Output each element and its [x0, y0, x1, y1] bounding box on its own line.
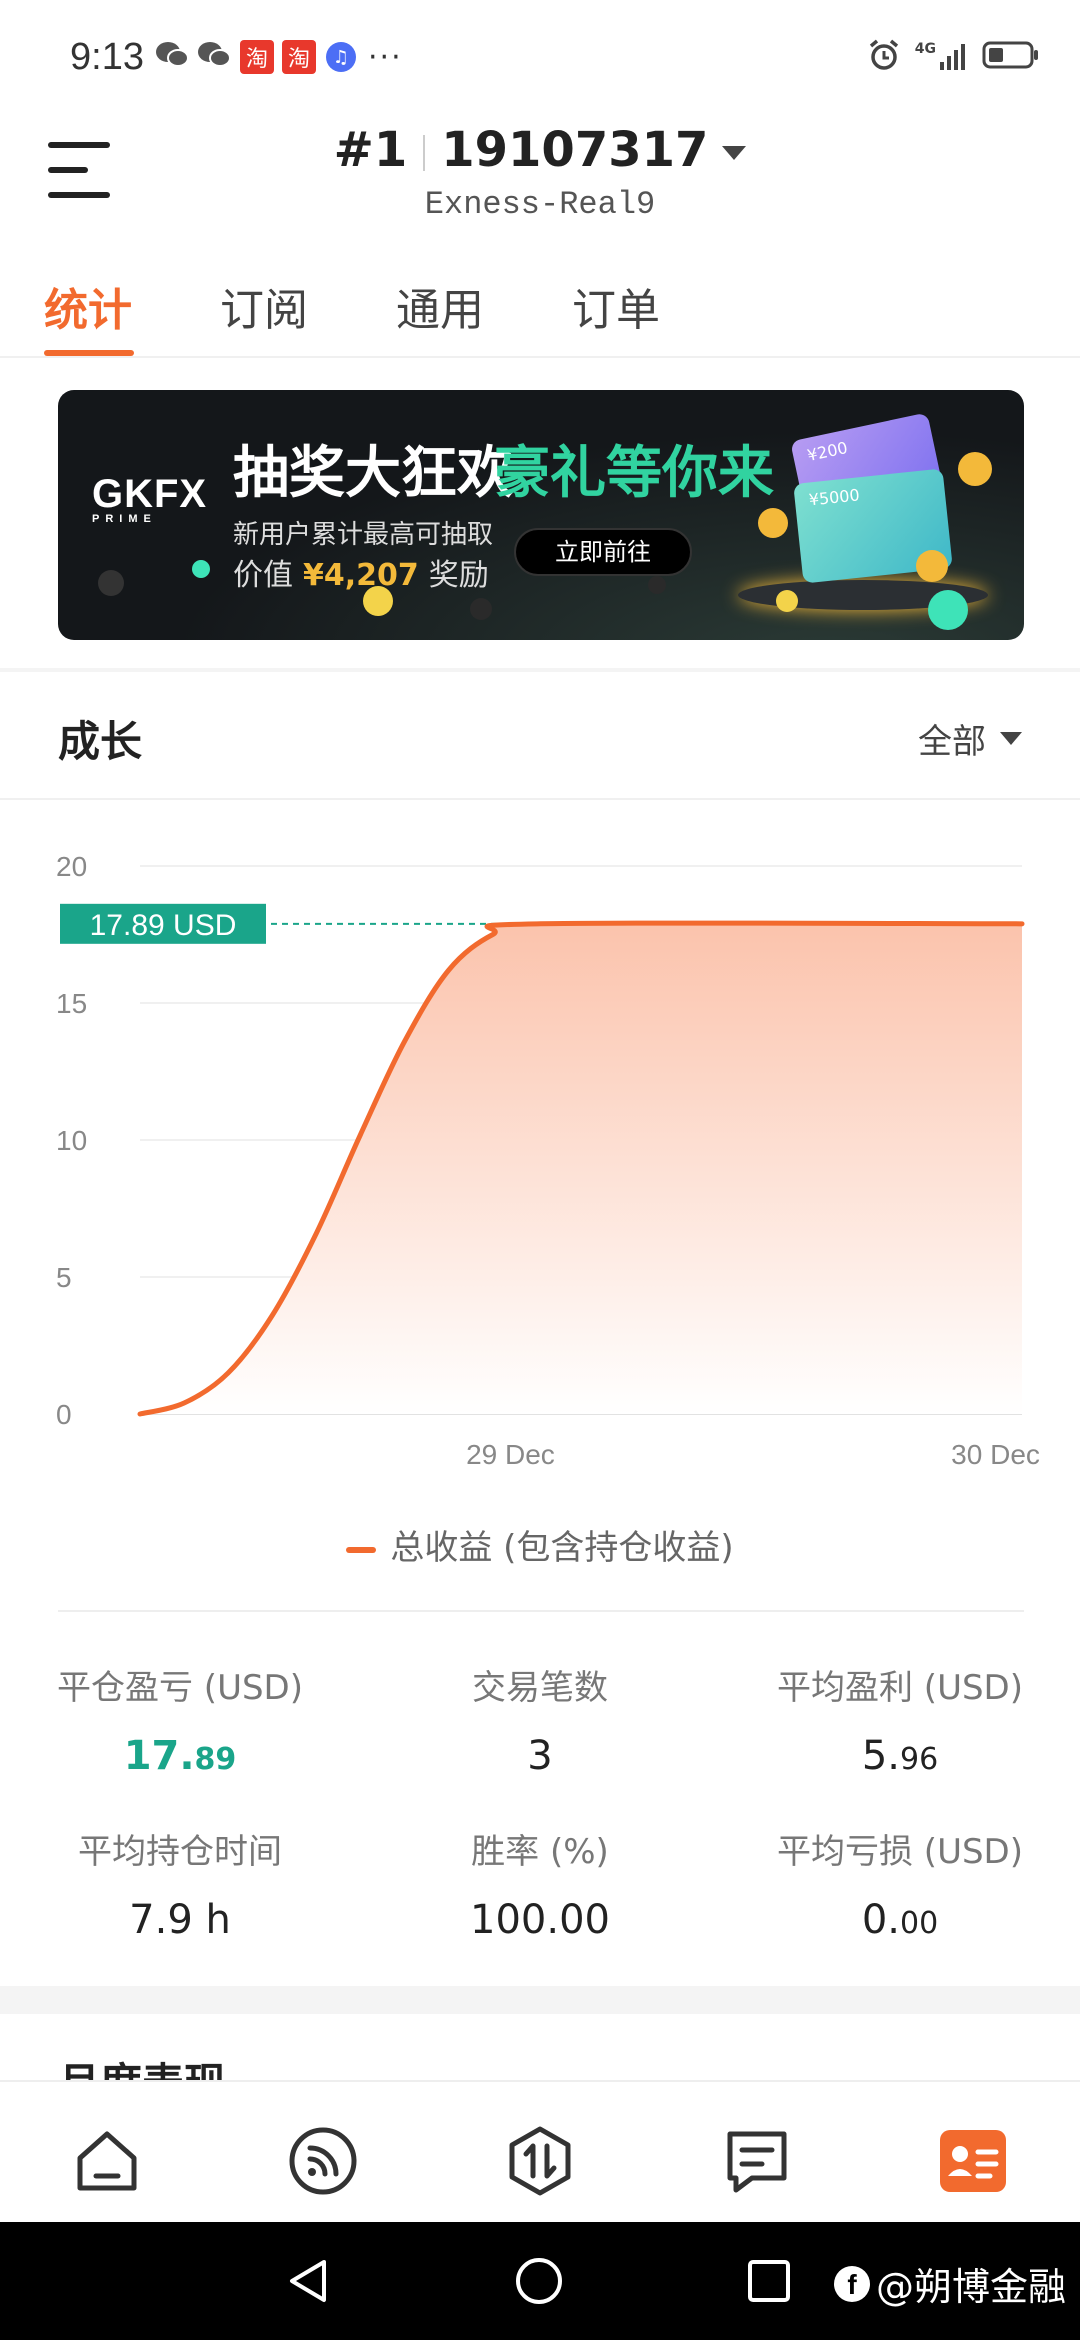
legend-label: 总收益 (包含持仓收益): [390, 1528, 734, 1568]
banner-logo: GKFX PRIME: [92, 472, 207, 525]
current-value-label: 17.89 USD: [90, 909, 237, 942]
alarm-icon: [867, 38, 901, 76]
chevron-down-icon: [1000, 732, 1022, 745]
y-tick-label: 5: [56, 1262, 72, 1293]
stat-value: 3: [527, 1733, 553, 1779]
trade-icon[interactable]: [505, 2126, 575, 2196]
music-icon: ♫: [326, 42, 356, 72]
account-selector[interactable]: #1 19107317: [0, 122, 1080, 178]
growth-chart: 20 15 10 5 0 29 Dec 30 Dec 17.89 USD: [56, 851, 1040, 1470]
account-server: Exness-Real9: [424, 186, 656, 223]
account-number: 19107317: [441, 122, 709, 178]
y-tick-label: 20: [56, 851, 87, 882]
stat-value: 100.00: [470, 1897, 610, 1943]
y-tick-label: 15: [56, 988, 87, 1019]
home-icon[interactable]: [72, 2126, 142, 2196]
stat-label: 平均亏损 (USD): [777, 1832, 1023, 1872]
stat-avg-hold-time: 平均持仓时间 7.9 h: [0, 1824, 360, 1943]
stat-avg-profit: 平均盈利 (USD) 5.96: [720, 1660, 1080, 1779]
tab-active-indicator: [44, 350, 134, 356]
y-tick-label: 10: [56, 1125, 87, 1156]
banner-line2-suffix: 奖励: [428, 558, 489, 593]
stat-avg-loss: 平均亏损 (USD) 0.00: [720, 1824, 1080, 1943]
period-filter[interactable]: 全部: [918, 714, 1022, 763]
stat-win-rate: 胜率 (%) 100.00: [360, 1824, 720, 1943]
bottom-nav: [0, 2080, 1080, 2222]
profile-card-icon[interactable]: [938, 2126, 1008, 2196]
more-dots-icon: ···: [368, 39, 403, 75]
chevron-down-icon: [722, 146, 747, 160]
stats-divider: [58, 1610, 1024, 1612]
signal-feed-icon[interactable]: [288, 2126, 358, 2196]
watermark-text: @朔博金融: [875, 2265, 1066, 2309]
taobao-icon: 淘: [240, 40, 274, 74]
stat-value: 7.9 h: [129, 1897, 231, 1943]
section-gap: [0, 1986, 1080, 2014]
tab-bar: 统计 订阅 通用 订单: [0, 262, 1080, 358]
stat-label: 平均持仓时间: [78, 1832, 282, 1872]
stat-label: 平均盈利 (USD): [777, 1668, 1023, 1708]
period-filter-label: 全部: [918, 722, 986, 762]
network-type: 4G: [914, 41, 936, 57]
card-value-200: ¥200: [805, 437, 850, 466]
recents-icon[interactable]: [744, 2256, 794, 2306]
home-circle-icon[interactable]: [514, 2256, 564, 2306]
chart-legend: 总收益 (包含持仓收益): [0, 1520, 1080, 1569]
x-tick-label: 30 Dec: [951, 1439, 1040, 1470]
banner-line2-prefix: 价值: [233, 558, 293, 593]
battery-icon: [982, 40, 1040, 74]
tab-statistics[interactable]: 统计: [44, 274, 132, 338]
y-tick-label: 0: [56, 1399, 72, 1430]
stat-trade-count: 交易笔数 3: [360, 1660, 720, 1779]
stat-value: 5.96: [861, 1733, 939, 1779]
promo-banner[interactable]: GKFX PRIME 抽奖大狂欢 豪礼等你来 新用户累计最高可抽取 价值 ¥4,2…: [58, 390, 1024, 640]
messages-icon[interactable]: [722, 2126, 792, 2196]
banner-line2: 价值 ¥4,207 奖励: [233, 550, 489, 594]
banner-title-white: 抽奖大狂欢: [233, 441, 513, 506]
status-right: 4G: [867, 38, 1040, 76]
stat-label: 胜率 (%): [471, 1832, 609, 1872]
taobao-icon: 淘: [282, 40, 316, 74]
wechat-icon: [196, 40, 232, 70]
stat-value: 17.89: [123, 1733, 237, 1779]
banner-title-green: 豪礼等你来: [494, 441, 774, 506]
series-area: [140, 923, 1022, 1414]
account-index: #1: [333, 122, 408, 178]
banner-go-button[interactable]: 立即前往: [514, 528, 692, 576]
signal-icon: 4G: [915, 42, 968, 72]
tab-general[interactable]: 通用: [396, 274, 484, 338]
stat-closed-pnl: 平仓盈亏 (USD) 17.89: [0, 1660, 360, 1779]
back-icon[interactable]: [284, 2256, 334, 2306]
status-time: 9:13: [70, 36, 144, 78]
wechat-icon: [154, 40, 190, 70]
banner-logo-text: GKFX: [92, 472, 208, 516]
watermark: f @朔博金融: [833, 2256, 1066, 2311]
tab-subscribe[interactable]: 订阅: [220, 274, 308, 338]
section-gap: [0, 668, 1080, 672]
card-value-5000: ¥5000: [807, 485, 861, 510]
facebook-icon: f: [833, 2265, 870, 2302]
monthly-performance-title: 月度表现: [58, 2050, 226, 2080]
header-divider: [0, 798, 1080, 800]
legend-swatch: [346, 1546, 377, 1553]
stat-label: 交易笔数: [472, 1668, 608, 1708]
banner-amount: ¥4,207: [303, 558, 419, 593]
tab-orders[interactable]: 订单: [572, 274, 660, 338]
banner-line1: 新用户累计最高可抽取: [233, 520, 494, 550]
stat-label: 平仓盈亏 (USD): [57, 1668, 303, 1708]
status-bar: 9:13 淘 淘 ♫ ··· 4G: [0, 0, 1080, 120]
growth-title: 成长: [58, 717, 143, 766]
x-tick-label: 29 Dec: [466, 1439, 555, 1470]
system-nav-bar: f @朔博金融: [0, 2222, 1080, 2340]
stat-value: 0.00: [861, 1897, 939, 1943]
